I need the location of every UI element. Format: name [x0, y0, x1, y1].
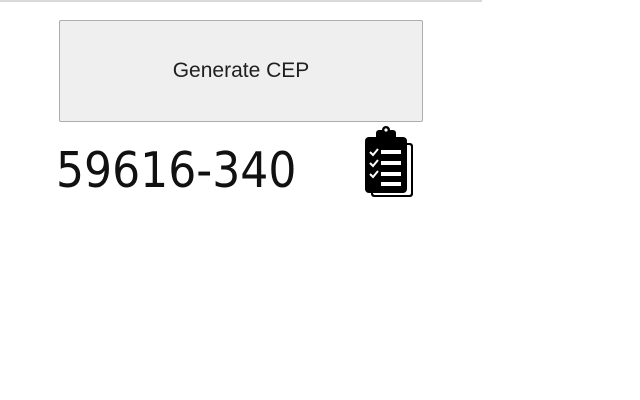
cep-result-text: 59616-340 — [56, 142, 297, 199]
clipboard-checklist-icon — [365, 126, 413, 197]
app-window: Generate CEP 59616-340 — [0, 0, 640, 400]
copy-to-clipboard-button[interactable] — [362, 125, 418, 201]
top-divider — [0, 0, 482, 2]
generate-cep-button[interactable]: Generate CEP — [59, 20, 423, 122]
